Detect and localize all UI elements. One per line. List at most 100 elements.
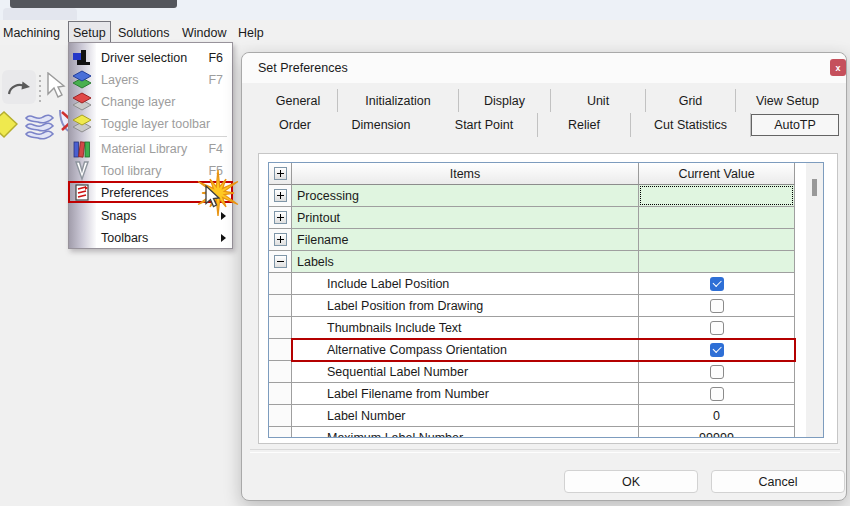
item-cell[interactable]: Labels bbox=[292, 251, 639, 273]
tab-order[interactable]: Order bbox=[259, 113, 331, 137]
tab-view-setup[interactable]: View Setup bbox=[736, 89, 839, 112]
row-expander-cell[interactable] bbox=[269, 185, 292, 207]
menu-setup[interactable]: Setup bbox=[68, 21, 111, 44]
driver-selection-icon bbox=[72, 48, 93, 68]
expander-icon[interactable] bbox=[274, 167, 287, 180]
item-cell[interactable]: Sequential Label Number bbox=[292, 361, 639, 383]
redo-arrow-icon bbox=[7, 77, 33, 99]
setup-dropdown-menu: Driver selectionF6LayersF7Change layerTo… bbox=[68, 42, 233, 249]
application-window: Machining Setup Solutions Window Help Driver… bbox=[0, 0, 850, 506]
row-expander-cell bbox=[269, 405, 292, 427]
layers-icon bbox=[72, 70, 93, 90]
value-cell[interactable] bbox=[639, 383, 795, 405]
row-expander-cell bbox=[269, 273, 292, 295]
vertical-scrollbar[interactable] bbox=[806, 163, 823, 437]
set-preferences-dialog: Set Preferences x GeneralInitializationD… bbox=[241, 52, 847, 501]
toolbar-separator bbox=[38, 75, 41, 103]
shortcut-label: F6 bbox=[208, 51, 223, 65]
menu-separator bbox=[99, 136, 227, 137]
value-cell[interactable] bbox=[639, 273, 795, 295]
value-cell[interactable] bbox=[639, 229, 795, 251]
menu-item-toolbars[interactable]: Toolbars bbox=[69, 227, 232, 249]
checkbox-unchecked-icon[interactable] bbox=[710, 299, 724, 313]
scrollbar-thumb[interactable] bbox=[812, 179, 817, 196]
tab-dimension[interactable]: Dimension bbox=[331, 113, 431, 137]
item-cell[interactable]: Thumbnails Include Text bbox=[292, 317, 639, 339]
wavy-surface-icon[interactable] bbox=[23, 109, 57, 141]
submenu-arrow-icon bbox=[221, 234, 226, 242]
menu-item-toggle-layer-toolbar[interactable]: Toggle layer toolbar bbox=[69, 113, 232, 135]
row-expander-cell bbox=[269, 361, 292, 383]
tab-row-2: OrderDimensionStart PointReliefCut Stati… bbox=[259, 113, 839, 137]
row-expander-cell[interactable] bbox=[269, 229, 292, 251]
value-cell[interactable] bbox=[639, 295, 795, 317]
menu-window[interactable]: Window bbox=[182, 21, 226, 44]
tab-relief[interactable]: Relief bbox=[538, 113, 631, 137]
menu-item-layers[interactable]: LayersF7 bbox=[69, 69, 232, 91]
close-icon[interactable]: x bbox=[830, 59, 846, 76]
menu-solutions[interactable]: Solutions bbox=[118, 21, 169, 44]
checkbox-unchecked-icon[interactable] bbox=[710, 365, 724, 379]
value-cell[interactable]: 99999 bbox=[639, 427, 795, 438]
expand-icon[interactable] bbox=[274, 233, 287, 246]
shortcut-label: F4 bbox=[208, 142, 223, 156]
tab-unit[interactable]: Unit bbox=[551, 89, 646, 112]
item-cell[interactable]: Maximum Label Number bbox=[292, 427, 639, 438]
checkbox-unchecked-icon[interactable] bbox=[710, 387, 724, 401]
titlebar-tab-artifact bbox=[3, 8, 77, 20]
row-expander-cell[interactable] bbox=[269, 207, 292, 229]
change-layer-icon bbox=[72, 92, 93, 112]
item-cell[interactable]: Include Label Position bbox=[292, 273, 639, 295]
preferences-table: ItemsCurrent ValueProcessingPrintoutFile… bbox=[268, 162, 824, 438]
select-cursor-icon[interactable] bbox=[46, 72, 66, 100]
material-library-icon bbox=[72, 139, 93, 159]
tab-start-point[interactable]: Start Point bbox=[431, 113, 538, 137]
row-expander-cell bbox=[269, 383, 292, 405]
focused-value-cell bbox=[640, 186, 793, 205]
item-cell[interactable]: Label Position from Drawing bbox=[292, 295, 639, 317]
row-expander-cell bbox=[269, 317, 292, 339]
tab-row-1: GeneralInitializationDisplayUnitGridView… bbox=[259, 89, 839, 112]
ok-button[interactable]: OK bbox=[564, 470, 698, 493]
checkbox-unchecked-icon[interactable] bbox=[710, 321, 724, 335]
checkbox-checked-icon[interactable] bbox=[710, 277, 724, 291]
dialog-title: Set Preferences bbox=[258, 61, 348, 75]
tab-grid[interactable]: Grid bbox=[646, 89, 736, 112]
value-cell[interactable] bbox=[639, 207, 795, 229]
tab-display[interactable]: Display bbox=[459, 89, 551, 112]
toggle-layer-toolbar-icon bbox=[72, 114, 93, 134]
menu-machining[interactable]: Machining bbox=[3, 21, 60, 44]
tab-general[interactable]: General bbox=[259, 89, 338, 112]
tab-cut-statistics[interactable]: Cut Statistics bbox=[631, 113, 751, 137]
item-cell[interactable]: Printout bbox=[292, 207, 639, 229]
menu-item-change-layer[interactable]: Change layer bbox=[69, 91, 232, 113]
value-cell[interactable] bbox=[639, 361, 795, 383]
cancel-button[interactable]: Cancel bbox=[711, 470, 845, 493]
item-cell[interactable]: Label Number bbox=[292, 405, 639, 427]
column-header[interactable]: Items bbox=[292, 163, 639, 185]
menu-help[interactable]: Help bbox=[238, 21, 264, 44]
expand-all-header[interactable] bbox=[269, 163, 292, 185]
item-cell[interactable]: Filename bbox=[292, 229, 639, 251]
value-cell[interactable]: 0 bbox=[639, 405, 795, 427]
expand-icon[interactable] bbox=[274, 211, 287, 224]
menu-item-material-library[interactable]: Material LibraryF4 bbox=[69, 138, 232, 160]
row-expander-cell[interactable] bbox=[269, 251, 292, 273]
expand-icon[interactable] bbox=[274, 189, 287, 202]
tab-initialization[interactable]: Initialization bbox=[338, 89, 459, 112]
row-expander-cell bbox=[269, 295, 292, 317]
column-header[interactable]: Current Value bbox=[639, 163, 795, 185]
value-cell[interactable] bbox=[639, 185, 795, 207]
item-cell[interactable]: Processing bbox=[292, 185, 639, 207]
item-cell[interactable]: Label Filename from Number bbox=[292, 383, 639, 405]
shortcut-label: F7 bbox=[208, 73, 223, 87]
yellow-layer-icon[interactable] bbox=[0, 110, 18, 140]
row-expander-cell bbox=[269, 339, 292, 361]
value-cell[interactable] bbox=[639, 251, 795, 273]
collapse-icon[interactable] bbox=[274, 255, 287, 268]
tab-autotp[interactable]: AutoTP bbox=[751, 114, 839, 136]
menu-item-driver-selection[interactable]: Driver selectionF6 bbox=[69, 47, 232, 69]
tool-library-icon bbox=[72, 161, 93, 181]
value-cell[interactable] bbox=[639, 317, 795, 339]
titlebar-dark-bar bbox=[10, 0, 177, 8]
